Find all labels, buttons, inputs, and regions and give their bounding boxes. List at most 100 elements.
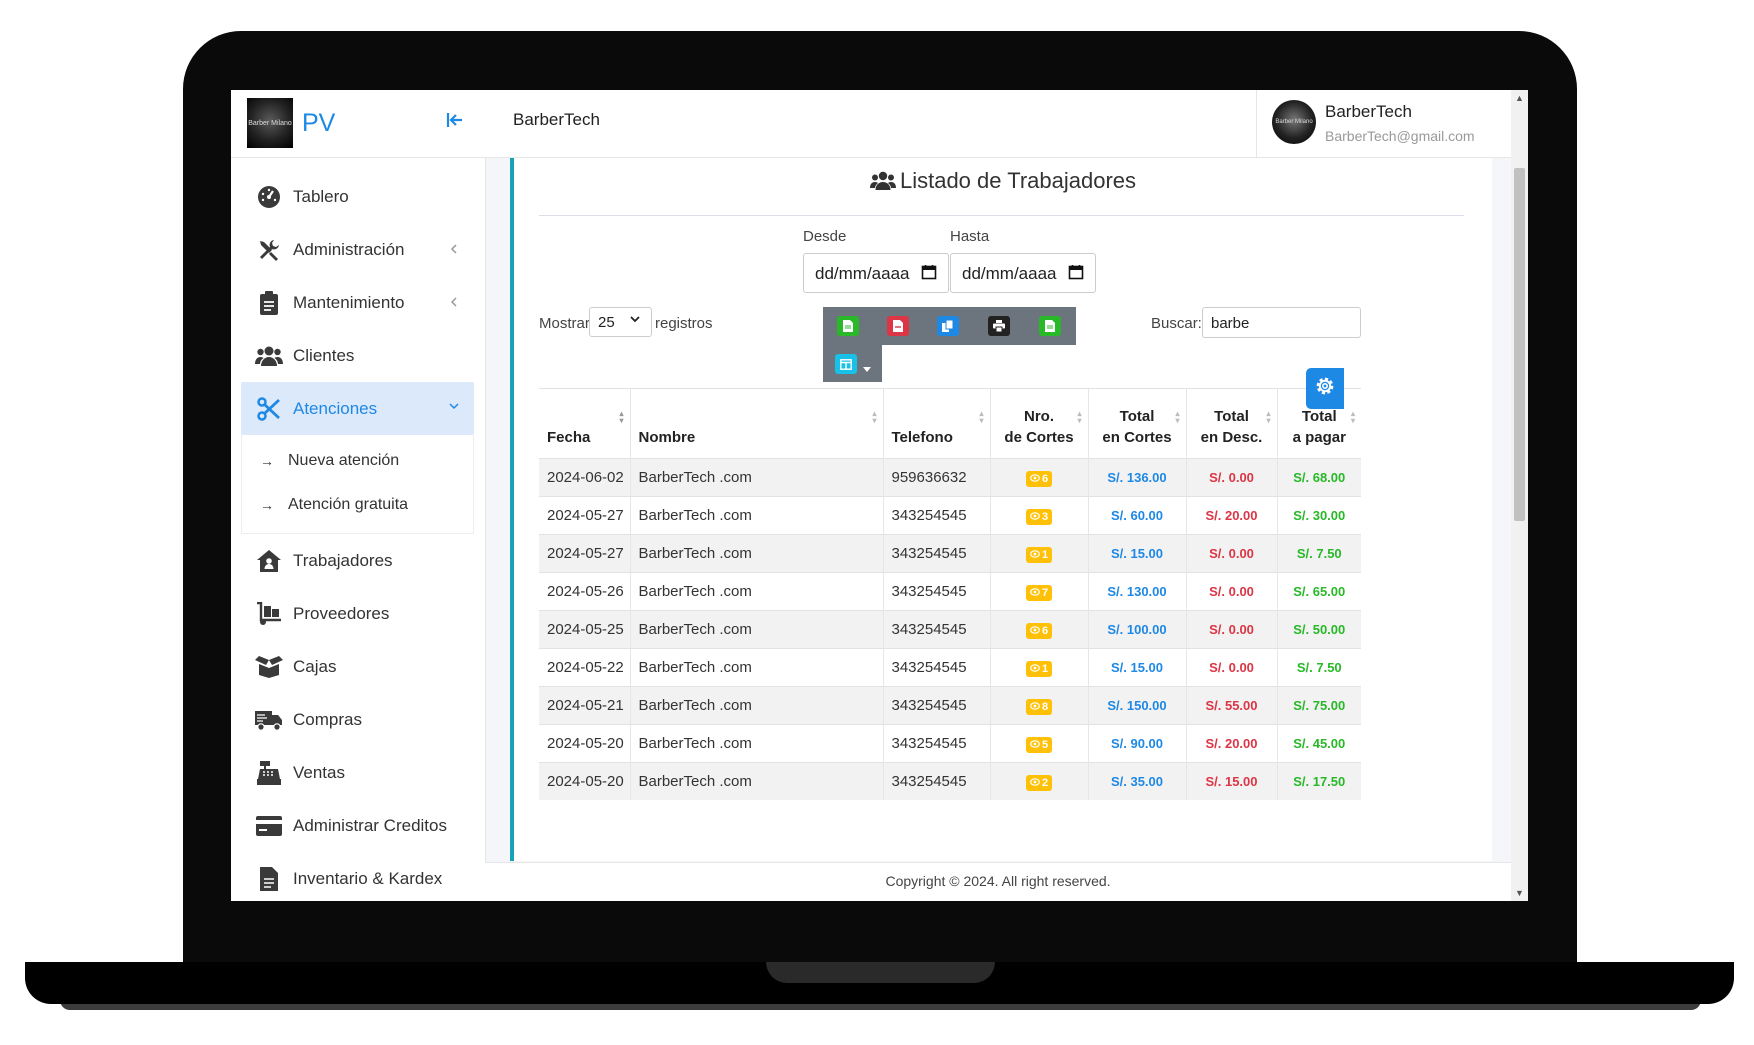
collapse-sidebar-icon[interactable] bbox=[443, 110, 467, 134]
hasta-date-input[interactable]: dd/mm/aaaa bbox=[950, 253, 1096, 293]
cortes-badge[interactable]: 2 bbox=[1025, 774, 1053, 791]
avatar[interactable]: Barber Milano bbox=[1272, 100, 1316, 144]
length-suffix: registros bbox=[655, 315, 713, 332]
sort-icon[interactable]: ▴ ▾ bbox=[1266, 410, 1270, 425]
cell-total-pagar: S/. 45.00 bbox=[1276, 724, 1361, 763]
column-header[interactable]: Total en Cortes ▴ ▾ bbox=[1087, 388, 1186, 459]
column-header-line1: Total bbox=[1301, 408, 1337, 425]
desde-date-input[interactable]: dd/mm/aaaa bbox=[803, 253, 949, 293]
logo-text: Barber Milano bbox=[248, 119, 292, 127]
table-row[interactable]: 2024-05-21 BarberTech .com 343254545 8 S/. 1… bbox=[539, 686, 1361, 725]
cortes-badge[interactable]: 7 bbox=[1025, 584, 1053, 601]
excel-export-button[interactable] bbox=[1039, 316, 1061, 336]
cortes-badge[interactable]: 6 bbox=[1025, 470, 1053, 487]
cell-total-desc: S/. 0.00 bbox=[1185, 572, 1277, 611]
users-icon bbox=[869, 171, 896, 197]
table-row[interactable]: 2024-05-26 BarberTech .com 343254545 7 S/. 1… bbox=[539, 572, 1361, 611]
cell-fecha: 2024-06-02 bbox=[539, 458, 630, 497]
cell-cortes: 3 bbox=[989, 496, 1088, 535]
scroll-down-arrow[interactable]: ▼ bbox=[1515, 888, 1524, 898]
cortes-badge[interactable]: 1 bbox=[1025, 660, 1053, 677]
sidebar-item-proveedores[interactable]: Proveedores bbox=[241, 587, 474, 640]
sidebar-item-mantenimiento[interactable]: Mantenimiento bbox=[241, 276, 474, 329]
brand-logo[interactable]: Barber Milano bbox=[247, 98, 293, 148]
cell-nombre: BarberTech .com bbox=[629, 572, 883, 611]
sort-icon[interactable]: ▴ ▾ bbox=[619, 410, 623, 425]
table-row[interactable]: 2024-06-02 BarberTech .com 959636632 6 S/. 1… bbox=[539, 458, 1361, 497]
submenu-item[interactable]: → Nueva atención bbox=[242, 439, 473, 483]
column-header-line2: Telefono bbox=[891, 429, 953, 446]
settings-button[interactable] bbox=[1306, 368, 1344, 409]
sidebar-item-label: Cajas bbox=[293, 656, 337, 676]
sidebar-item-cajas[interactable]: Cajas bbox=[241, 640, 474, 693]
cortes-badge[interactable]: 5 bbox=[1025, 736, 1053, 753]
table-row[interactable]: 2024-05-27 BarberTech .com 343254545 3 S/. 6… bbox=[539, 496, 1361, 535]
eye-icon bbox=[1030, 549, 1040, 561]
cell-total-desc: S/. 55.00 bbox=[1185, 686, 1277, 725]
user-email: BarberTech@gmail.com bbox=[1325, 128, 1475, 144]
dashboard-gauge-icon bbox=[255, 183, 283, 211]
table-row[interactable]: 2024-05-27 BarberTech .com 343254545 1 S/. 1… bbox=[539, 534, 1361, 573]
sidebar-item-atenciones[interactable]: Atenciones bbox=[241, 382, 474, 435]
sidebar-item-inventario-kardex[interactable]: Inventario & Kardex bbox=[241, 852, 474, 901]
caret-down-icon[interactable] bbox=[863, 360, 871, 378]
header-title: BarberTech bbox=[513, 110, 600, 129]
page-scrollbar[interactable]: ▲ ▼ bbox=[1511, 90, 1528, 901]
column-header[interactable]: Total en Desc. ▴ ▾ bbox=[1185, 388, 1277, 459]
column-header-line2: en Desc. bbox=[1200, 429, 1263, 446]
sort-icon[interactable]: ▴ ▾ bbox=[1077, 410, 1081, 425]
column-header[interactable]: Fecha ▴ ▾ bbox=[539, 388, 630, 459]
sort-icon[interactable]: ▴ ▾ bbox=[979, 410, 983, 425]
sidebar-item-trabajadores[interactable]: Trabajadores bbox=[241, 534, 474, 587]
csv-export-button[interactable] bbox=[837, 316, 859, 336]
print-button[interactable] bbox=[988, 316, 1010, 336]
length-prefix: Mostrar bbox=[539, 315, 590, 332]
column-header[interactable]: Telefono ▴ ▾ bbox=[882, 388, 990, 459]
eye-icon bbox=[1030, 777, 1040, 789]
table-row[interactable]: 2024-05-20 BarberTech .com 343254545 5 S/. 9… bbox=[539, 724, 1361, 763]
cell-nombre: BarberTech .com bbox=[629, 724, 883, 763]
sidebar-item-ventas[interactable]: Ventas bbox=[241, 746, 474, 799]
pdf-export-button[interactable] bbox=[887, 316, 909, 336]
cell-fecha: 2024-05-26 bbox=[539, 572, 630, 611]
sort-icon[interactable]: ▴ ▾ bbox=[1175, 410, 1179, 425]
columns-visibility-button[interactable] bbox=[835, 354, 857, 374]
gear-icon bbox=[1314, 375, 1336, 402]
table-row[interactable]: 2024-05-20 BarberTech .com 343254545 2 S/. 3… bbox=[539, 762, 1361, 800]
cortes-badge[interactable]: 8 bbox=[1025, 698, 1053, 715]
table-row[interactable]: 2024-05-22 BarberTech .com 343254545 1 S/. 1… bbox=[539, 648, 1361, 687]
cortes-badge[interactable]: 1 bbox=[1025, 546, 1053, 563]
submenu-item[interactable]: → Atención gratuita bbox=[242, 483, 473, 527]
search-input[interactable]: barbe bbox=[1202, 307, 1361, 338]
cortes-badge[interactable]: 3 bbox=[1025, 508, 1053, 525]
cell-telefono: 343254545 bbox=[882, 686, 990, 725]
cell-total-cortes: S/. 15.00 bbox=[1087, 648, 1186, 687]
cell-fecha: 2024-05-20 bbox=[539, 724, 630, 763]
workers-card: Listado de Trabajadores Desde Hasta dd/m… bbox=[510, 158, 1492, 861]
sidebar-item-compras[interactable]: Compras bbox=[241, 693, 474, 746]
user-name: BarberTech bbox=[1325, 102, 1412, 121]
calendar-icon[interactable] bbox=[921, 264, 937, 285]
column-header-line2: de Cortes bbox=[1004, 429, 1074, 446]
sort-icon[interactable]: ▴ ▾ bbox=[1351, 410, 1355, 425]
table-row[interactable]: 2024-05-25 BarberTech .com 343254545 6 S/. 1… bbox=[539, 610, 1361, 649]
sort-icon[interactable]: ▴ ▾ bbox=[872, 410, 876, 425]
column-header[interactable]: Nombre ▴ ▾ bbox=[629, 388, 883, 459]
copy-button[interactable] bbox=[937, 316, 959, 336]
sidebar-item-label: Proveedores bbox=[293, 603, 390, 623]
sidebar-item-administrar-creditos[interactable]: Administrar Creditos bbox=[241, 799, 474, 852]
calendar-icon[interactable] bbox=[1068, 264, 1084, 285]
brand-name[interactable]: PV bbox=[302, 109, 335, 138]
sidebar-item-clientes[interactable]: Clientes bbox=[241, 329, 474, 382]
sidebar-item-tablero[interactable]: Tablero bbox=[241, 170, 474, 223]
app-screen: Barber Milano PV Tablero Administración Ma… bbox=[231, 90, 1528, 901]
cell-cortes: 8 bbox=[989, 686, 1088, 725]
sidebar-item-administración[interactable]: Administración bbox=[241, 223, 474, 276]
scroll-up-arrow[interactable]: ▲ bbox=[1515, 93, 1524, 103]
cortes-badge[interactable]: 6 bbox=[1025, 622, 1053, 639]
length-select[interactable]: 25 bbox=[589, 307, 652, 337]
cell-fecha: 2024-05-27 bbox=[539, 534, 630, 573]
scrollbar-thumb[interactable] bbox=[1514, 168, 1525, 521]
user-menu[interactable]: Barber Milano BarberTech BarberTech@gmai… bbox=[1256, 90, 1512, 157]
column-header[interactable]: Nro. de Cortes ▴ ▾ bbox=[989, 388, 1088, 459]
